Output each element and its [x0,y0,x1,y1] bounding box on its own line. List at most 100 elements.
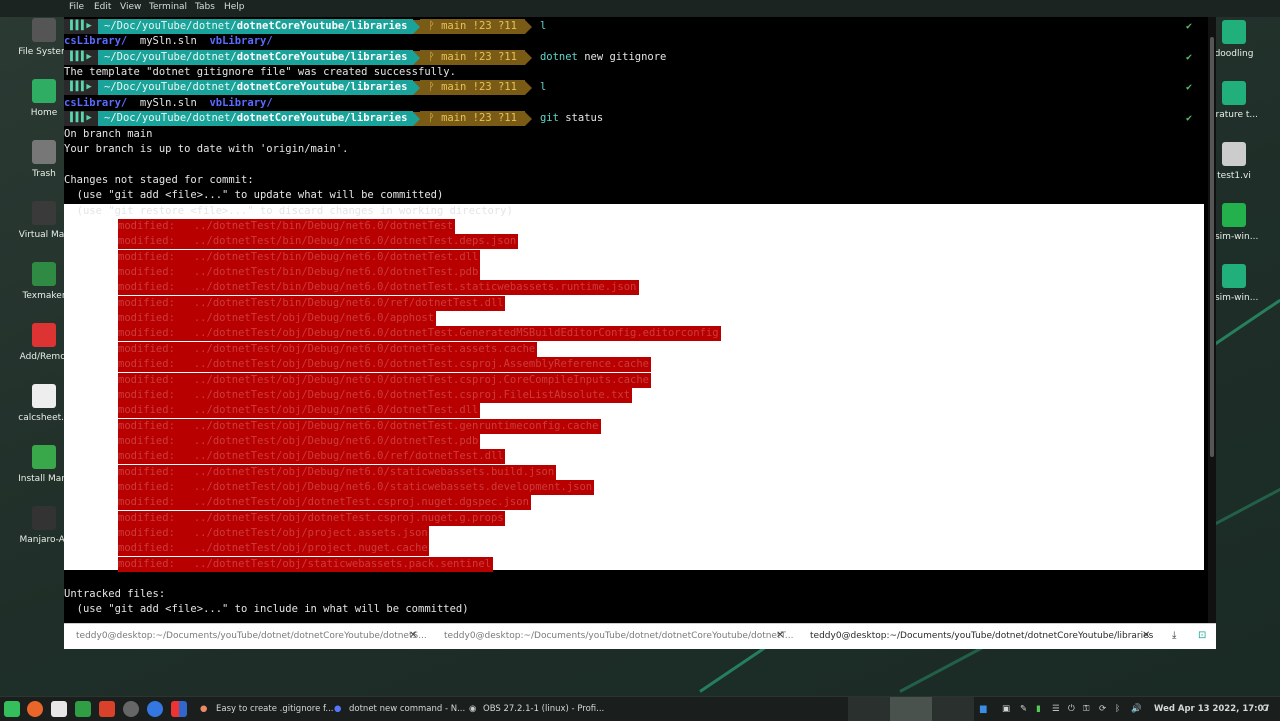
tab-close-icon[interactable]: ✕ [1142,624,1150,648]
menu-edit[interactable]: Edit [94,2,111,12]
git-status-line: (use "git add <file>..." to update what … [64,189,444,201]
menu-help[interactable]: Help [224,2,245,12]
manjaro-menu-icon[interactable] [4,701,20,717]
tab-libraries[interactable]: teddy0@desktop:~/Documents/youTube/dotne… [810,624,1153,648]
lock-icon[interactable]: ⚿ [1083,701,1089,717]
menu-view[interactable]: View [120,2,141,12]
tab-list-icon[interactable]: ⤓ [1172,624,1176,648]
ls-dir: csLibrary/ [64,97,128,109]
prompt-path: ~/Doc/youTube/dotnet/dotnetCoreYoutube/l… [98,111,414,126]
scrollbar-thumb[interactable] [1210,37,1214,457]
modified-file-line: modified: ../dotnetTest/bin/Debug/net6.0… [118,250,479,263]
folder-icon [1222,81,1246,105]
modified-file-line: modified: ../dotnetTest/obj/dotnetTest.c… [118,496,529,509]
clip-icon[interactable]: ✎ [1020,701,1027,717]
command-output: The template "dotnet gitignore file" was… [64,66,456,78]
taskbar-firefox-icon: ● [200,704,208,714]
battery-icon[interactable]: ▮ [1036,701,1041,717]
untracked-heading: Untracked files: [64,588,166,600]
prompt-path: ~/Doc/youTube/dotnet/dotnetCoreYoutube/l… [98,80,414,95]
modified-file-line: modified: ../dotnetTest/obj/Debug/net6.0… [118,327,719,340]
ls-dir: vbLibrary/ [209,35,273,47]
prompt-separator-icon [524,50,532,65]
taskbar-window-obs[interactable]: OBS 27.2.1-1 (linux) - Profi... [483,701,604,717]
chrome-icon[interactable] [147,701,163,717]
terminal-scrollbar[interactable] [1208,17,1216,623]
modified-file-line: modified: ../dotnetTest/obj/Debug/net6.0… [118,450,504,463]
new-tab-icon[interactable]: ⊡ [1198,624,1206,648]
taskbar: ● Easy to create .gitignore f... ● dotne… [0,696,1280,721]
prompt-separator-icon [413,50,421,65]
git-status-line: Your branch is up to date with 'origin/m… [64,143,349,155]
vm-icon [32,201,56,225]
terminal-window[interactable]: ▌▌▌▶ ~/Doc/youTube/dotnet/dotnetCoreYoutu… [64,0,1216,649]
modified-file-line: modified: ../dotnetTest/obj/Debug/net6.0… [118,388,631,401]
trash-icon [32,140,56,164]
untracked-hint: (use "git add <file>..." to include in w… [64,603,469,615]
prompt-command: l [539,20,547,32]
tab-close-icon[interactable]: ✕ [776,624,784,648]
terminal-app-icon [32,506,56,530]
ls-file: mySln.sln [139,35,197,47]
prompt-line: ▌▌▌▶ ~/Doc/youTube/dotnet/dotnetCoreYoutu… [64,50,1208,65]
modified-file-line: modified: ../dotnetTest/obj/Debug/net6.0… [118,480,593,493]
prompt-path: ~/Doc/youTube/dotnet/dotnetCoreYoutube/l… [98,50,414,65]
menu-terminal[interactable]: Terminal [149,2,187,12]
update-icon[interactable]: ⟳ [1099,701,1106,717]
taskbar-chrome-icon: ● [334,704,342,714]
power-icon[interactable]: ⏻ [1068,701,1075,717]
modified-file-line: modified: ../dotnetTest/obj/Debug/net6.0… [118,404,479,417]
disk-icon [32,18,56,42]
settings-icon[interactable] [123,701,139,717]
folder-icon [1222,264,1246,288]
modified-file-line: modified: ../dotnetTest/obj/project.nuge… [118,542,428,555]
unknown-file-icon [1222,142,1246,166]
firefox-icon[interactable] [27,701,43,717]
success-check-icon: ✔ [1185,21,1192,32]
modified-file-line: modified: ../dotnetTest/bin/Debug/net6.0… [118,220,454,232]
tex-icon [32,262,56,286]
prompt-git-status: ᚹ main !23 ?11 [420,111,525,126]
install-icon [32,445,56,469]
workspace-switcher[interactable] [848,697,974,721]
terminal-tray-icon[interactable]: ▣ [1002,701,1010,717]
prompt-line: ▌▌▌▶ ~/Doc/youTube/dotnet/dotnetCoreYoutu… [64,19,1208,34]
git-status-line: On branch main [64,128,153,140]
modified-file-line: modified: ../dotnetTest/bin/Debug/net6.0… [118,296,504,309]
home-folder-icon [32,79,56,103]
prompt-git-status: ᚹ main !23 ?11 [420,19,525,34]
active-workspace[interactable] [890,697,932,721]
prompt-separator-icon [413,19,421,34]
menu-tabs[interactable]: Tabs [195,2,215,12]
bluetooth-icon[interactable]: ᛒ [1115,701,1120,717]
modified-file-line: modified: ../dotnetTest/obj/project.asse… [118,527,428,539]
modified-file-line: modified: ../dotnetTest/bin/Debug/net6.0… [118,266,479,279]
prompt-line: ▌▌▌▶ ~/Doc/youTube/dotnet/dotnetCoreYoutu… [64,111,1208,126]
taskbar-window-firefox[interactable]: Easy to create .gitignore f... [216,701,334,717]
ls-output: csLibrary/ mySln.sln vbLibrary/ [64,96,1208,111]
spreadsheet-icon[interactable] [75,701,91,717]
modified-file-line: modified: ../dotnetTest/obj/Debug/net6.0… [118,434,479,447]
modified-file-line: modified: ../dotnetTest/obj/Debug/net6.0… [118,465,555,478]
tab-close-icon[interactable]: ✕ [409,624,417,648]
terminal-screen[interactable]: ▌▌▌▶ ~/Doc/youTube/dotnet/dotnetCoreYoutu… [64,17,1208,623]
prompt-os-icon: ▌▌▌▶ [64,50,98,65]
document-viewer-icon[interactable] [99,701,115,717]
prompt-line: ▌▌▌▶ ~/Doc/youTube/dotnet/dotnetCoreYoutu… [64,80,1208,95]
prompt-command: dotnet new gitignore [539,51,667,63]
ls-dir: vbLibrary/ [209,97,273,109]
volume-icon[interactable]: 🔊 [1131,701,1142,717]
text-editor-icon[interactable] [51,701,67,717]
tab-dotnett[interactable]: teddy0@desktop:~/Documents/youTube/dotne… [444,624,794,648]
google-icon[interactable]: G [1262,701,1269,717]
ls-dir: csLibrary/ [64,35,128,47]
menu-file[interactable]: File [69,2,84,12]
git-status-line: Changes not staged for commit: [64,174,254,186]
notes-icon[interactable]: ☰ [1052,701,1060,717]
clock[interactable]: Wed Apr 13 2022, 17:07 [1154,701,1269,717]
taskbar-window-chrome[interactable]: dotnet new command - N... [349,701,465,717]
window-icon[interactable]: ▆ [980,701,987,717]
zip-icon [1222,203,1246,227]
add-remove-icon[interactable] [171,701,187,717]
tab-dotnets[interactable]: teddy0@desktop:~/Documents/youTube/dotne… [76,624,427,648]
